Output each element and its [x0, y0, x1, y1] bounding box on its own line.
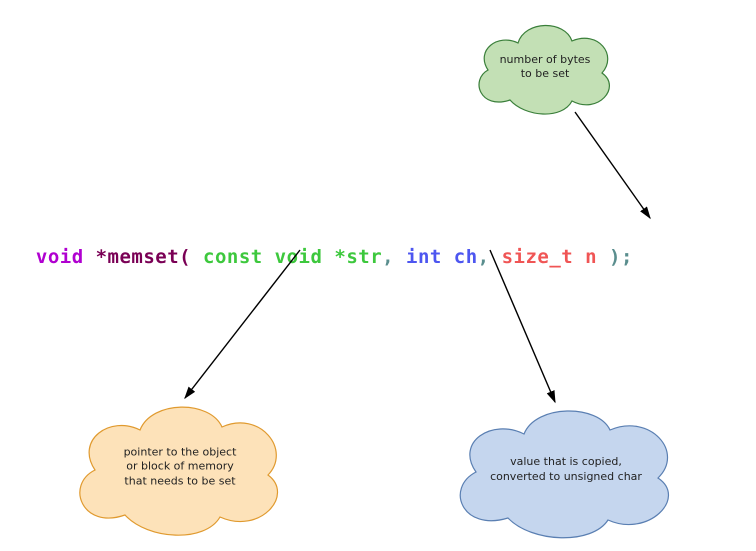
arrow-n: [0, 0, 756, 551]
